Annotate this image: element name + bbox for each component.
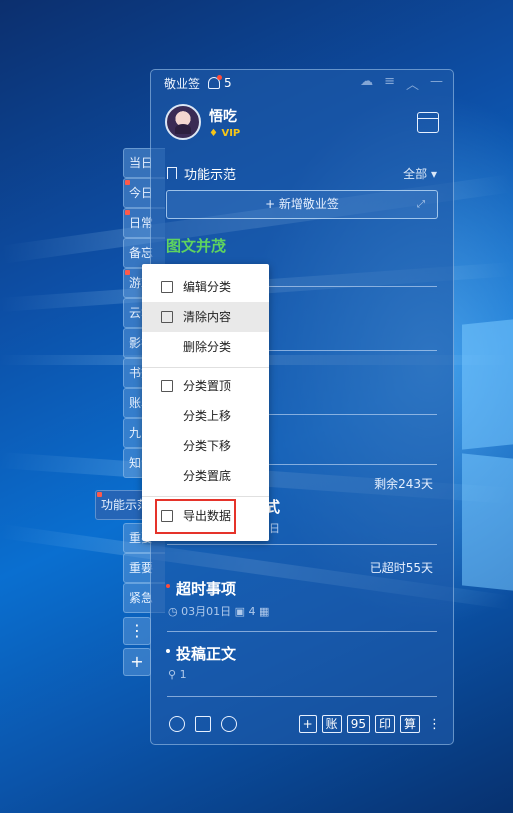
expand-icon[interactable]: ⤢ — [417, 191, 425, 218]
filter-dropdown[interactable]: 全部 ▾ — [403, 165, 437, 182]
trash-icon — [161, 311, 173, 323]
menu-item-label: 分类下移 — [183, 439, 232, 453]
diamond-icon: ♦ — [209, 127, 218, 139]
title-bar[interactable]: 敬业签 5 ☁ ≡ ︿ — — [151, 70, 453, 96]
collapse-icon[interactable]: ︿ — [406, 74, 419, 93]
menu-icon[interactable]: ≡ — [384, 74, 395, 93]
image-count: 4 — [248, 605, 256, 618]
menu-separator — [142, 496, 269, 497]
menu-item-label: 清除内容 — [183, 310, 232, 324]
vip-badge: VIP — [221, 127, 241, 139]
pin-top-icon — [161, 380, 173, 392]
menu-item-label: 分类置底 — [183, 469, 232, 483]
user-name: 悟吃 — [209, 108, 237, 125]
ledger-button[interactable]: 账 — [321, 715, 342, 733]
note-due: 已超时55天 — [369, 561, 433, 575]
divider — [167, 544, 437, 545]
image-icon: ▣ — [234, 605, 246, 618]
menu-item-move-up[interactable]: 分类上移 — [142, 401, 269, 431]
notification-count: 5 — [224, 76, 232, 90]
attachment-count: 1 — [179, 668, 187, 681]
calendar-icon[interactable] — [417, 111, 439, 133]
note-item[interactable]: 超时事项 ◷ 03月01日 ▣ 4 ▦ — [166, 578, 437, 619]
calculator-button[interactable]: 算 — [399, 715, 420, 733]
menu-item-edit-category[interactable]: 编辑分类 — [142, 272, 269, 302]
print-button[interactable]: 印 — [374, 715, 395, 733]
menu-item-clear-content[interactable]: 清除内容 — [142, 302, 269, 332]
clock-icon: ◷ — [168, 605, 178, 618]
windows-logo-pane — [462, 319, 513, 450]
note-date: 03月01日 — [181, 605, 232, 618]
note-dot — [166, 649, 170, 653]
menu-item-label: 分类置顶 — [183, 379, 232, 393]
add-category-button[interactable]: + — [123, 648, 151, 676]
more-icon[interactable]: ⋮ — [428, 717, 441, 732]
note-title: 图文并茂 — [166, 237, 227, 255]
flag-marker — [125, 180, 130, 185]
grid-icon: ▦ — [259, 605, 270, 618]
search-icon[interactable] — [221, 716, 237, 732]
note-due: 剩余243天 — [374, 477, 433, 491]
clock-icon[interactable] — [169, 716, 185, 732]
bell-icon[interactable] — [208, 75, 223, 89]
note-item[interactable]: 图文并茂 — [166, 235, 437, 256]
user-header: 悟吃 ♦ VIP — [151, 96, 453, 148]
menu-item-label: 编辑分类 — [183, 280, 232, 294]
flag-marker — [125, 270, 130, 275]
avatar[interactable] — [165, 104, 201, 140]
flag-marker — [97, 492, 102, 497]
edit-icon — [161, 281, 173, 293]
add-note-footer-button[interactable]: + — [298, 715, 317, 733]
app-title: 敬业签 — [164, 76, 201, 91]
flag-marker — [125, 210, 130, 215]
highlight-box — [155, 499, 236, 534]
category-title: 功能示范 — [184, 167, 237, 183]
divider — [167, 631, 437, 632]
menu-item-pin-top[interactable]: 分类置顶 — [142, 371, 269, 401]
overdue-dot — [166, 584, 170, 588]
menu-item-move-bottom[interactable]: 分类置底 — [142, 461, 269, 491]
notification-dot — [217, 75, 223, 80]
note-title: 投稿正文 — [176, 645, 237, 663]
note-item[interactable]: 投稿正文 ⚲ 1 — [166, 643, 437, 681]
footer-toolbar: + 账 95 印 算 ⋮ — [151, 704, 453, 744]
menu-separator — [142, 367, 269, 368]
paperclip-icon: ⚲ — [168, 668, 177, 681]
note-fragment: 日 — [269, 522, 280, 535]
note-fragment: 式 — [265, 498, 281, 516]
category-header: 功能示范 全部 ▾ — [151, 158, 453, 188]
menu-item-label: 分类上移 — [183, 409, 232, 423]
checklist-icon[interactable] — [195, 716, 211, 732]
more-categories-button[interactable]: ⋮ — [123, 617, 151, 645]
minimize-icon[interactable]: — — [430, 74, 443, 93]
number-button[interactable]: 95 — [346, 715, 370, 733]
bookmark-icon — [167, 167, 177, 179]
divider — [167, 696, 437, 697]
add-note-button[interactable]: + 新增敬业签 ⤢ — [166, 190, 438, 219]
cloud-icon[interactable]: ☁ — [360, 74, 373, 93]
menu-item-move-down[interactable]: 分类下移 — [142, 431, 269, 461]
note-title: 超时事项 — [176, 580, 237, 598]
add-note-label: + 新增敬业签 — [265, 197, 339, 211]
menu-item-delete-category[interactable]: 删除分类 — [142, 332, 269, 362]
menu-item-label: 删除分类 — [183, 340, 232, 354]
